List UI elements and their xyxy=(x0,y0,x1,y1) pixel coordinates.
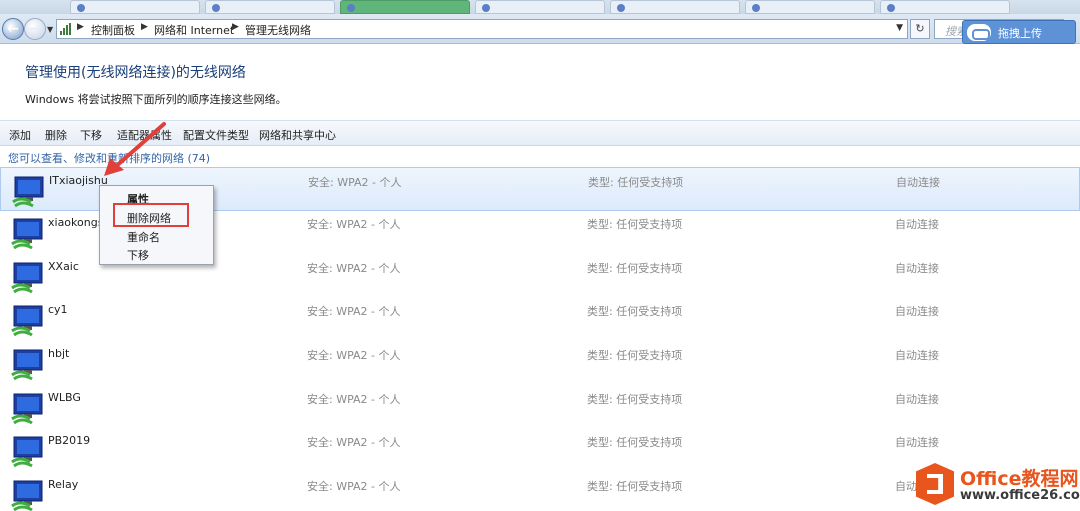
network-type: 类型: 任何受支持项 xyxy=(587,218,683,231)
context-rename-item[interactable]: 重命名 xyxy=(127,229,160,245)
network-security: 安全: WPA2 - 个人 xyxy=(307,262,401,275)
breadcrumb-separator-icon[interactable]: ▶ xyxy=(232,22,239,32)
browser-tab[interactable] xyxy=(745,0,875,14)
tab-favicon-icon xyxy=(887,4,895,12)
browser-tab[interactable] xyxy=(880,0,1010,14)
network-security: 安全: WPA2 - 个人 xyxy=(308,176,402,189)
browser-tab-strip xyxy=(0,0,1080,14)
forward-button[interactable]: → xyxy=(24,18,46,40)
network-type: 类型: 任何受支持项 xyxy=(587,393,683,406)
network-row[interactable]: cy1 安全: WPA2 - 个人 类型: 任何受支持项 自动连接 xyxy=(0,297,1080,341)
wireless-network-icon xyxy=(11,262,43,294)
tab-favicon-icon xyxy=(77,4,85,12)
browser-tab[interactable] xyxy=(205,0,335,14)
watermark-title: Office教程网 xyxy=(960,468,1079,490)
page-title: 管理使用(无线网络连接)的无线网络 xyxy=(25,65,246,81)
address-toolbar: ← → ▼ ▶ 控制面板 ▶ 网络和 Internet ▶ 管理无线网络 ▼ ↻… xyxy=(0,14,1080,44)
network-row[interactable]: WLBG 安全: WPA2 - 个人 类型: 任何受支持项 自动连接 xyxy=(0,385,1080,429)
back-button[interactable]: ← xyxy=(2,18,24,40)
watermark: Office教程网 www.office26.com xyxy=(914,460,1080,511)
breadcrumb-network-internet[interactable]: 网络和 Internet xyxy=(154,22,234,38)
page-header: 管理使用(无线网络连接)的无线网络 Windows 将尝试按照下面所列的顺序连接… xyxy=(0,45,1080,120)
network-security: 安全: WPA2 - 个人 xyxy=(307,436,401,449)
browser-tab[interactable] xyxy=(475,0,605,14)
wireless-network-icon xyxy=(11,436,43,468)
network-name: WLBG xyxy=(48,391,81,404)
network-connect-mode: 自动连接 xyxy=(895,262,939,275)
context-move-down-item[interactable]: 下移 xyxy=(127,247,149,263)
move-down-button[interactable]: 下移 xyxy=(80,127,102,143)
network-security: 安全: WPA2 - 个人 xyxy=(307,480,401,493)
refresh-button[interactable]: ↻ xyxy=(910,19,930,39)
breadcrumb-manage-wireless[interactable]: 管理无线网络 xyxy=(245,22,311,38)
highlight-box-annotation xyxy=(113,203,189,227)
profile-type-button[interactable]: 配置文件类型 xyxy=(183,127,249,143)
breadcrumb-separator-icon[interactable]: ▶ xyxy=(141,22,148,32)
network-connect-mode: 自动连接 xyxy=(896,176,940,189)
cloud-icon xyxy=(967,24,991,41)
drag-upload-button[interactable]: 拖拽上传 xyxy=(962,20,1076,44)
add-button[interactable]: 添加 xyxy=(9,127,31,143)
page-subtitle: Windows 将尝试按照下面所列的顺序连接这些网络。 xyxy=(25,93,287,106)
upload-label: 拖拽上传 xyxy=(998,27,1042,40)
network-type: 类型: 任何受支持项 xyxy=(587,436,683,449)
network-type: 类型: 任何受支持项 xyxy=(587,262,683,275)
network-name: Relay xyxy=(48,478,79,491)
address-dropdown-icon[interactable]: ▼ xyxy=(896,23,903,33)
network-sharing-center-button[interactable]: 网络和共享中心 xyxy=(259,127,336,143)
tab-favicon-icon xyxy=(212,4,220,12)
network-security: 安全: WPA2 - 个人 xyxy=(307,305,401,318)
tab-favicon-icon xyxy=(752,4,760,12)
control-panel-icon xyxy=(60,23,71,35)
network-type: 类型: 任何受支持项 xyxy=(588,176,684,189)
wireless-network-icon xyxy=(11,480,43,511)
browser-tab[interactable] xyxy=(70,0,200,14)
office-logo-icon xyxy=(916,463,954,505)
wireless-network-icon xyxy=(11,349,43,381)
wireless-network-icon xyxy=(11,393,43,425)
delete-button[interactable]: 删除 xyxy=(45,127,67,143)
network-security: 安全: WPA2 - 个人 xyxy=(307,393,401,406)
network-connect-mode: 自动连接 xyxy=(895,218,939,231)
tab-favicon-icon xyxy=(347,4,355,12)
network-type: 类型: 任何受支持项 xyxy=(587,305,683,318)
network-security: 安全: WPA2 - 个人 xyxy=(307,218,401,231)
browser-tab[interactable] xyxy=(610,0,740,14)
tab-favicon-icon xyxy=(617,4,625,12)
network-row[interactable]: hbjt 安全: WPA2 - 个人 类型: 任何受支持项 自动连接 xyxy=(0,341,1080,385)
network-name: XXaic xyxy=(48,260,79,273)
network-connect-mode: 自动连接 xyxy=(895,305,939,318)
network-type: 类型: 任何受支持项 xyxy=(587,349,683,362)
wireless-network-icon xyxy=(12,176,44,208)
address-bar[interactable]: ▶ 控制面板 ▶ 网络和 Internet ▶ 管理无线网络 ▼ xyxy=(56,19,908,39)
red-arrow-annotation xyxy=(104,122,166,176)
network-connect-mode: 自动连接 xyxy=(895,349,939,362)
network-connect-mode: 自动连接 xyxy=(895,393,939,406)
network-name: xiaokongs xyxy=(48,216,104,229)
network-connect-mode: 自动连接 xyxy=(895,436,939,449)
watermark-url: www.office26.com xyxy=(960,488,1080,503)
network-type: 类型: 任何受支持项 xyxy=(587,480,683,493)
wireless-network-icon xyxy=(11,218,43,250)
network-name: cy1 xyxy=(48,303,68,316)
network-name: hbjt xyxy=(48,347,70,360)
browser-tab-active[interactable] xyxy=(340,0,470,14)
network-security: 安全: WPA2 - 个人 xyxy=(307,349,401,362)
tab-favicon-icon xyxy=(482,4,490,12)
network-name: PB2019 xyxy=(48,434,91,447)
breadcrumb-separator-icon[interactable]: ▶ xyxy=(77,22,84,32)
wireless-network-icon xyxy=(11,305,43,337)
recent-pages-dropdown-icon[interactable]: ▼ xyxy=(47,25,53,34)
breadcrumb-control-panel[interactable]: 控制面板 xyxy=(91,22,135,38)
